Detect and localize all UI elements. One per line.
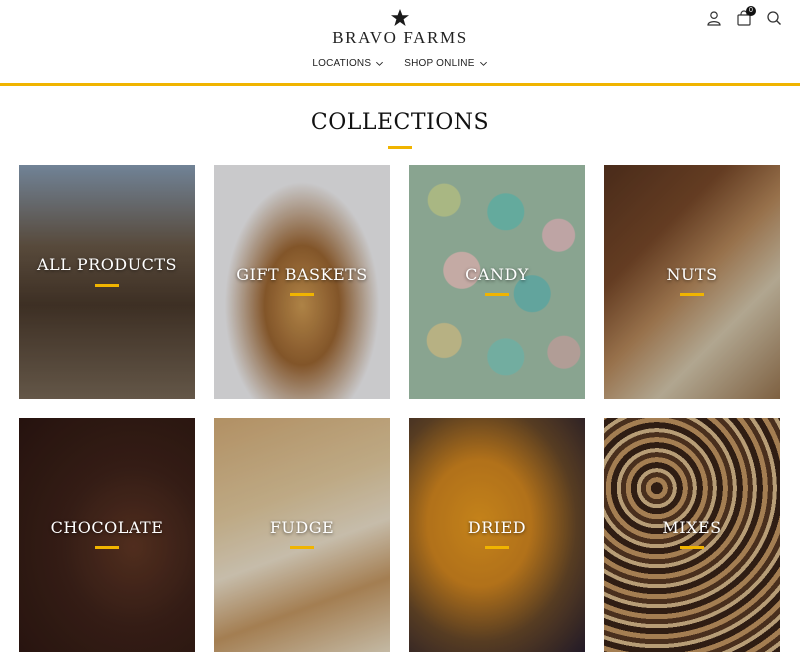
nav-label: SHOP ONLINE bbox=[404, 58, 475, 69]
tile-underline bbox=[290, 293, 314, 296]
tile-label: GIFT BASKETS bbox=[236, 265, 368, 284]
cart-count-badge: 0 bbox=[746, 6, 756, 16]
tile-underline bbox=[290, 546, 314, 549]
main-nav: LOCATIONS SHOP ONLINE bbox=[0, 58, 800, 69]
tile-underline bbox=[485, 546, 509, 549]
collection-tile-nuts[interactable]: NUTS bbox=[604, 165, 780, 399]
header-icons: 0 bbox=[706, 6, 782, 26]
collection-tile-candy[interactable]: CANDY bbox=[409, 165, 585, 399]
tile-underline bbox=[485, 293, 509, 296]
tile-underline bbox=[95, 284, 119, 287]
chevron-down-icon bbox=[376, 61, 384, 66]
collection-tile-mixes[interactable]: MIXES bbox=[604, 418, 780, 652]
nav-locations[interactable]: LOCATIONS bbox=[312, 58, 384, 69]
nav-label: LOCATIONS bbox=[312, 58, 372, 69]
account-icon[interactable] bbox=[706, 10, 722, 26]
collection-tile-chocolate[interactable]: CHOCOLATE bbox=[19, 418, 195, 652]
tile-label: DRIED bbox=[467, 518, 527, 537]
site-header: BRAVO FARMS LOCATIONS SHOP ONLINE 0 bbox=[0, 0, 800, 86]
page-title: COLLECTIONS bbox=[310, 110, 490, 135]
collection-tile-gift-baskets[interactable]: GIFT BASKETS bbox=[214, 165, 390, 399]
search-icon[interactable] bbox=[766, 10, 782, 26]
collection-tile-dried[interactable]: DRIED bbox=[409, 418, 585, 652]
nav-shop-online[interactable]: SHOP ONLINE bbox=[404, 58, 487, 69]
tile-label: FUDGE bbox=[269, 518, 335, 537]
tile-underline bbox=[95, 546, 119, 549]
star-logo-icon[interactable] bbox=[390, 8, 410, 28]
tile-label: ALL PRODUCTS bbox=[36, 255, 177, 274]
tile-label: NUTS bbox=[666, 265, 718, 284]
tile-underline bbox=[680, 293, 704, 296]
brand-name[interactable]: BRAVO FARMS bbox=[0, 28, 800, 48]
collection-tile-all-products[interactable]: ALL PRODUCTS bbox=[19, 165, 195, 399]
tile-label: CANDY bbox=[465, 265, 529, 284]
title-underline bbox=[388, 146, 412, 149]
tile-underline bbox=[680, 546, 704, 549]
collection-tile-fudge[interactable]: FUDGE bbox=[214, 418, 390, 652]
cart-icon[interactable]: 0 bbox=[736, 6, 756, 26]
tile-label: MIXES bbox=[662, 518, 722, 537]
chevron-down-icon bbox=[479, 61, 487, 66]
tile-label: CHOCOLATE bbox=[50, 518, 164, 537]
